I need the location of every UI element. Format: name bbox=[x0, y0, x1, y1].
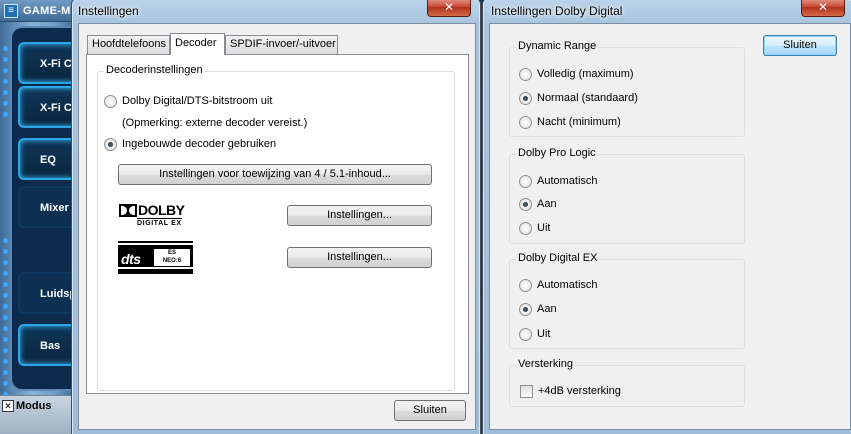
digital-ex-title: Dolby Digital EX bbox=[516, 252, 600, 264]
amplification-4db-label[interactable]: +4dB versterking bbox=[538, 385, 621, 397]
pro-logic-off-label[interactable]: Uit bbox=[537, 222, 550, 234]
digital-ex-auto-radio[interactable] bbox=[519, 279, 532, 292]
dynamic-range-normal-radio[interactable] bbox=[519, 92, 532, 105]
dynamic-range-full-radio[interactable] bbox=[519, 68, 532, 81]
amplification-title: Versterking bbox=[516, 358, 576, 370]
digital-ex-auto-label[interactable]: Automatisch bbox=[537, 279, 598, 291]
pro-logic-title: Dolby Pro Logic bbox=[516, 147, 598, 159]
dynamic-range-night-radio[interactable] bbox=[519, 116, 532, 129]
pro-logic-auto-radio[interactable] bbox=[519, 175, 532, 188]
digital-ex-off-radio[interactable] bbox=[519, 328, 532, 341]
digital-ex-on-radio[interactable] bbox=[519, 303, 532, 316]
dolby-close-button[interactable]: Sluiten bbox=[763, 35, 837, 56]
pro-logic-off-radio[interactable] bbox=[519, 222, 532, 235]
pro-logic-auto-label[interactable]: Automatisch bbox=[537, 175, 598, 187]
dynamic-range-night-label[interactable]: Nacht (minimum) bbox=[537, 116, 621, 128]
dynamic-range-normal-label[interactable]: Normaal (standaard) bbox=[537, 92, 638, 104]
pro-logic-on-radio[interactable] bbox=[519, 198, 532, 211]
dynamic-range-full-label[interactable]: Volledig (maximum) bbox=[537, 68, 634, 80]
dynamic-range-title: Dynamic Range bbox=[516, 40, 599, 52]
pro-logic-on-label[interactable]: Aan bbox=[537, 198, 557, 210]
digital-ex-on-label[interactable]: Aan bbox=[537, 303, 557, 315]
digital-ex-off-label[interactable]: Uit bbox=[537, 328, 550, 340]
amplification-4db-checkbox[interactable] bbox=[520, 385, 533, 398]
